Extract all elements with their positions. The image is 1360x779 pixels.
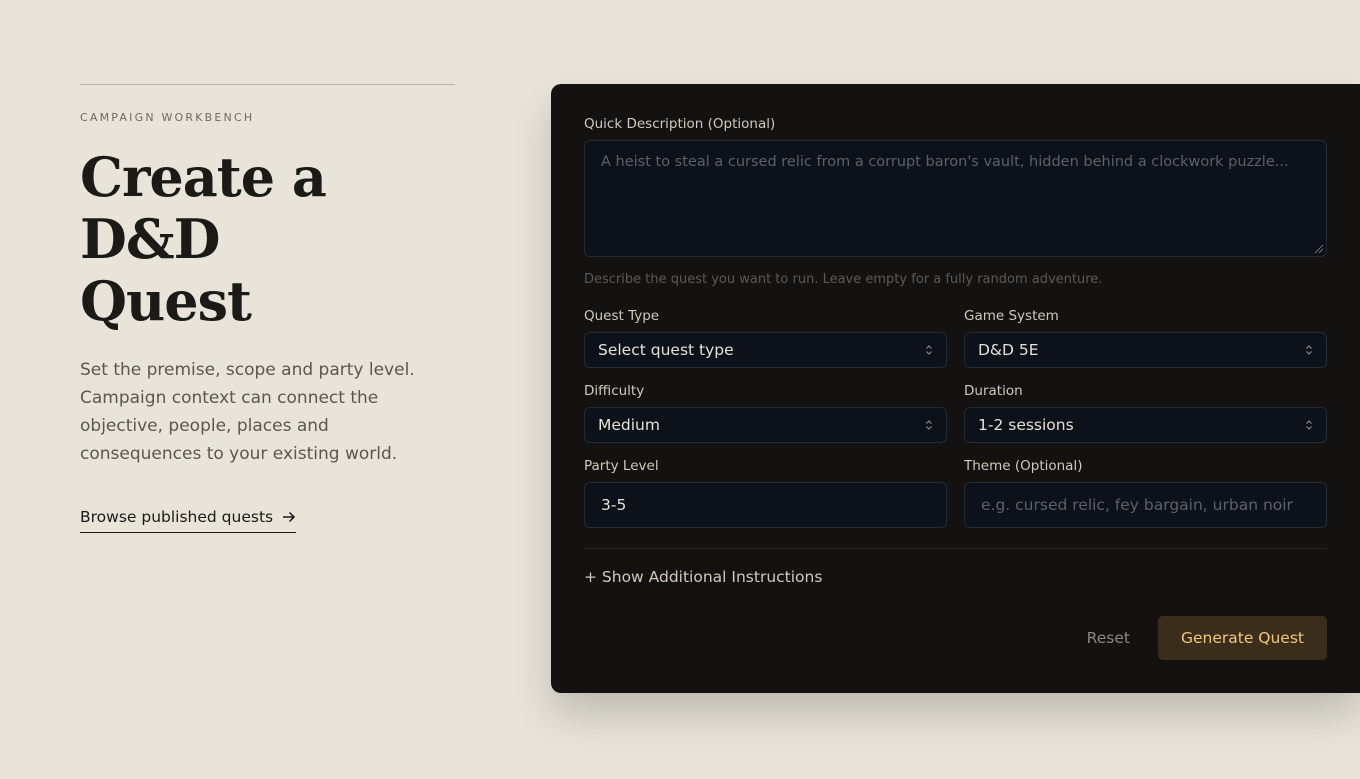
divider bbox=[80, 84, 455, 85]
description-textarea[interactable]: A heist to steal a cursed relic from a c… bbox=[584, 140, 1327, 257]
game-system-select[interactable]: D&D 5E bbox=[964, 332, 1327, 368]
reset-button[interactable]: Reset bbox=[1087, 629, 1130, 647]
divider bbox=[584, 548, 1327, 549]
game-system-value: D&D 5E bbox=[978, 341, 1039, 359]
party-level-label: Party Level bbox=[584, 458, 659, 474]
quest-form-card: Quick Description (Optional) A heist to … bbox=[551, 84, 1360, 693]
arrow-right-icon bbox=[283, 511, 296, 523]
chevron-up-down-icon bbox=[1306, 345, 1312, 355]
quest-type-select[interactable]: Select quest type bbox=[584, 332, 947, 368]
intro-panel: CAMPAIGN WORKBENCH Create a D&D Quest Se… bbox=[80, 84, 455, 533]
chevron-up-down-icon bbox=[926, 420, 932, 430]
theme-label: Theme (Optional) bbox=[964, 458, 1083, 474]
chevron-up-down-icon bbox=[1306, 420, 1312, 430]
page-title: Create a D&D Quest bbox=[80, 146, 455, 332]
intro-description: Set the premise, scope and party level. … bbox=[80, 360, 415, 464]
quest-type-label: Quest Type bbox=[584, 308, 660, 324]
title-line-1: Create a D&D bbox=[80, 145, 327, 271]
duration-label: Duration bbox=[964, 383, 1023, 399]
browse-link-label: Browse published quests bbox=[80, 508, 274, 526]
game-system-label: Game System bbox=[964, 308, 1059, 324]
description-placeholder: A heist to steal a cursed relic from a c… bbox=[601, 154, 1289, 170]
difficulty-value: Medium bbox=[598, 416, 660, 434]
description-help-text: Describe the quest you want to run. Leav… bbox=[584, 272, 1103, 287]
difficulty-select[interactable]: Medium bbox=[584, 407, 947, 443]
quest-type-value: Select quest type bbox=[598, 341, 734, 359]
title-line-2: Quest bbox=[80, 269, 252, 333]
show-additional-instructions-toggle[interactable]: + Show Additional Instructions bbox=[584, 568, 1327, 586]
difficulty-label: Difficulty bbox=[584, 383, 645, 399]
duration-select[interactable]: 1-2 sessions bbox=[964, 407, 1327, 443]
eyebrow-label: CAMPAIGN WORKBENCH bbox=[80, 111, 255, 124]
resize-handle-icon[interactable] bbox=[1315, 245, 1323, 253]
browse-published-quests-link[interactable]: Browse published quests bbox=[80, 508, 297, 533]
theme-input[interactable]: e.g. cursed relic, fey bargain, urban no… bbox=[964, 482, 1327, 528]
theme-placeholder: e.g. cursed relic, fey bargain, urban no… bbox=[981, 496, 1293, 514]
generate-quest-button[interactable]: Generate Quest bbox=[1157, 616, 1327, 660]
party-level-input[interactable]: 3-5 bbox=[584, 482, 947, 528]
party-level-value: 3-5 bbox=[601, 496, 627, 514]
chevron-up-down-icon bbox=[926, 345, 932, 355]
duration-value: 1-2 sessions bbox=[978, 416, 1074, 434]
description-label: Quick Description (Optional) bbox=[584, 116, 776, 132]
form-actions: Reset Generate Quest bbox=[1087, 616, 1327, 660]
